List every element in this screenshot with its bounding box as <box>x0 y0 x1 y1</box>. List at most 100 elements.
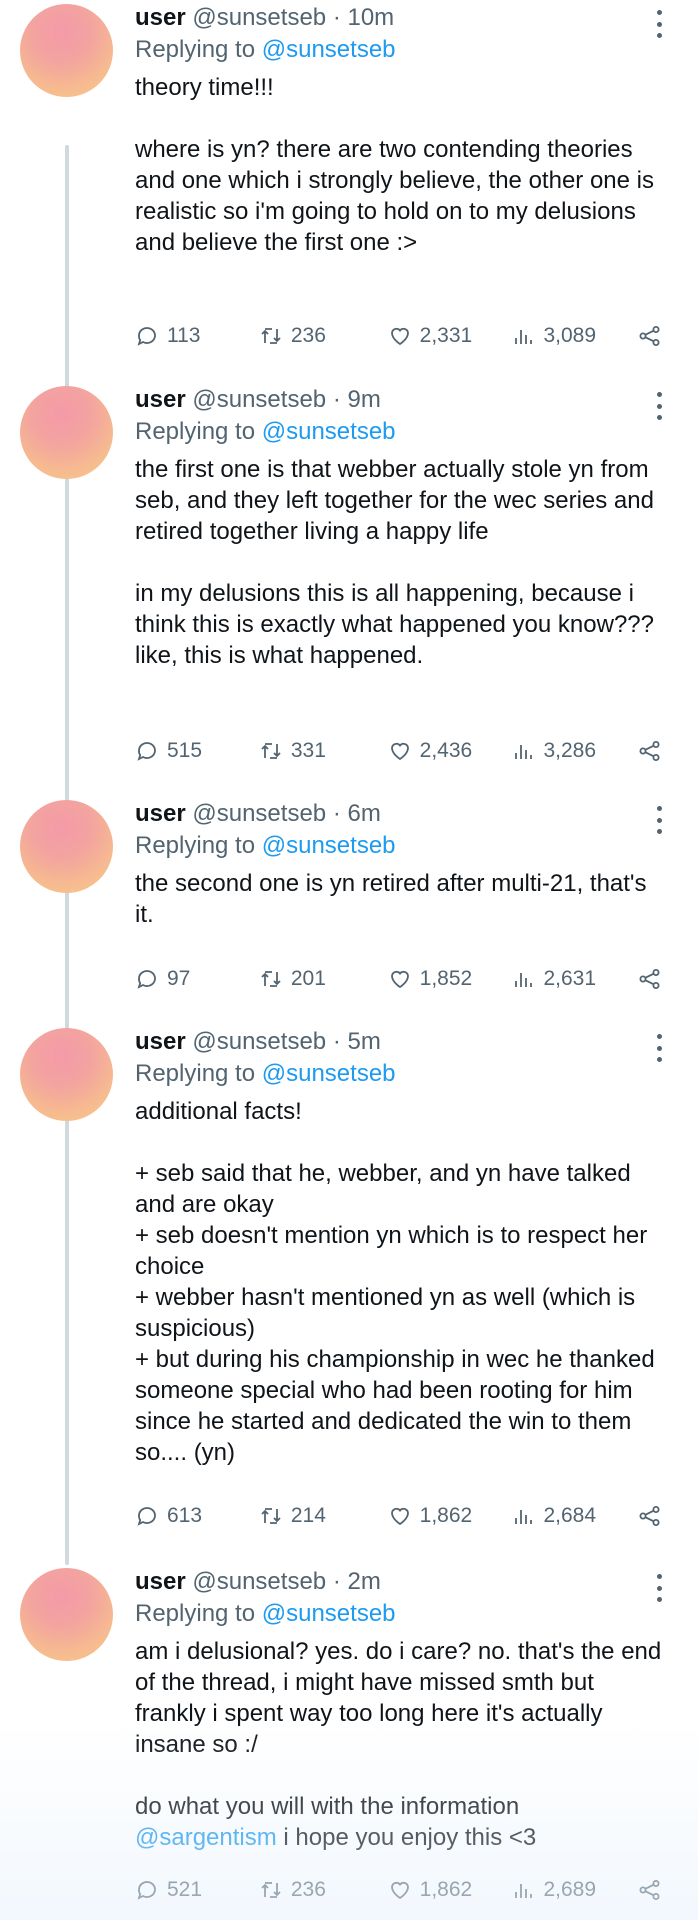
view-count: 2,684 <box>543 1504 597 1527</box>
like-button[interactable]: 1,862 <box>388 1504 512 1528</box>
tweet-paragraph: am i delusional? yes. do i care? no. tha… <box>135 1638 662 1758</box>
handle[interactable]: @sunsetseb <box>192 1028 326 1055</box>
replying-to: Replying to @sunsetseb <box>135 34 668 66</box>
timestamp[interactable]: 10m <box>347 4 394 31</box>
replying-to-mention[interactable]: @sunsetseb <box>262 1600 396 1627</box>
reply-count: 113 <box>167 324 201 347</box>
like-count: 2,436 <box>419 739 473 762</box>
separator: · <box>326 1028 348 1055</box>
views-icon <box>515 330 533 344</box>
avatar[interactable] <box>20 386 113 479</box>
replying-to-mention[interactable]: @sunsetseb <box>262 418 396 445</box>
more-options-icon[interactable] <box>656 1034 662 1062</box>
avatar[interactable] <box>20 1568 113 1661</box>
reply-count: 521 <box>167 1878 203 1901</box>
view-count: 2,689 <box>543 1878 597 1901</box>
tweet-thread: user @sunsetseb · 10m Replying to @sunse… <box>0 0 698 1920</box>
retweet-button[interactable]: 201 <box>259 967 388 991</box>
replying-to-mention[interactable]: @sunsetseb <box>262 832 396 859</box>
display-name[interactable]: user <box>135 800 186 827</box>
tweet-paragraph: theory time!!! <box>135 74 274 101</box>
display-name[interactable]: user <box>135 4 186 31</box>
avatar[interactable] <box>20 4 113 97</box>
retweet-button[interactable]: 214 <box>259 1504 388 1528</box>
tweet-paragraph: + seb said that he, webber, and yn have … <box>135 1160 655 1466</box>
retweet-button[interactable]: 331 <box>259 739 388 763</box>
replying-to: Replying to @sunsetseb <box>135 1598 668 1630</box>
share-icon <box>639 1506 660 1526</box>
handle[interactable]: @sunsetseb <box>192 800 326 827</box>
mention-link[interactable]: @sargentism <box>135 1824 277 1851</box>
avatar[interactable] <box>20 1028 113 1121</box>
retweet-icon <box>261 1882 281 1898</box>
tweet-text: am i delusional? yes. do i care? no. tha… <box>135 1636 668 1853</box>
reply-button[interactable]: 97 <box>135 967 259 991</box>
share-button[interactable] <box>638 739 668 763</box>
display-name[interactable]: user <box>135 1028 186 1055</box>
tweet-paragraph: in my delusions this is all happening, b… <box>135 580 654 669</box>
views-icon <box>515 1884 533 1898</box>
retweet-button[interactable]: 236 <box>259 1878 388 1902</box>
more-options-icon[interactable] <box>656 10 662 38</box>
share-icon <box>639 326 660 346</box>
replying-to: Replying to @sunsetseb <box>135 416 668 448</box>
reply-icon <box>137 970 156 989</box>
tweet-text: additional facts! + seb said that he, we… <box>135 1096 668 1468</box>
retweet-count: 236 <box>290 324 326 347</box>
reply-icon <box>137 327 156 346</box>
views-button[interactable]: 2,631 <box>511 967 638 991</box>
like-button[interactable]: 2,331 <box>388 324 512 348</box>
replying-to: Replying to @sunsetseb <box>135 830 668 862</box>
views-button[interactable]: 3,286 <box>511 739 638 763</box>
timestamp[interactable]: 5m <box>347 1028 380 1055</box>
heart-icon <box>390 1881 409 1900</box>
display-name[interactable]: user <box>135 1568 186 1595</box>
tweet-actions: 613 214 1,862 2,684 <box>135 1500 668 1532</box>
views-button[interactable]: 2,689 <box>511 1878 638 1902</box>
reply-icon <box>137 1507 156 1526</box>
reply-count: 97 <box>167 967 191 990</box>
replying-to-mention[interactable]: @sunsetseb <box>262 1060 396 1087</box>
more-options-icon[interactable] <box>656 1574 662 1602</box>
views-button[interactable]: 3,089 <box>511 324 638 348</box>
reply-button[interactable]: 521 <box>135 1878 259 1902</box>
share-button[interactable] <box>638 1504 668 1528</box>
like-count: 2,331 <box>419 324 473 347</box>
share-icon <box>639 741 660 761</box>
reply-button[interactable]: 515 <box>135 739 259 763</box>
retweet-icon <box>261 971 281 987</box>
tweet-actions: 521 236 1,862 2,689 <box>135 1874 668 1906</box>
share-button[interactable] <box>638 324 668 348</box>
tweet-paragraph: do what you will with the information @s… <box>135 1791 668 1853</box>
timestamp[interactable]: 6m <box>347 800 380 827</box>
timestamp[interactable]: 9m <box>347 386 380 413</box>
display-name[interactable]: user <box>135 386 186 413</box>
avatar[interactable] <box>20 800 113 893</box>
replying-to-mention[interactable]: @sunsetseb <box>262 36 396 63</box>
like-button[interactable]: 1,862 <box>388 1878 512 1902</box>
reply-icon <box>137 1881 156 1900</box>
tweet-header: user @sunsetseb · 9m <box>135 384 668 416</box>
retweet-button[interactable]: 236 <box>259 324 388 348</box>
like-button[interactable]: 1,852 <box>388 967 512 991</box>
timestamp[interactable]: 2m <box>347 1568 380 1595</box>
reply-button[interactable]: 113 <box>135 324 259 348</box>
views-icon <box>515 973 533 987</box>
more-options-icon[interactable] <box>656 392 662 420</box>
handle[interactable]: @sunsetseb <box>192 386 326 413</box>
heart-icon <box>390 327 409 346</box>
share-button[interactable] <box>638 1878 668 1902</box>
tweet-text: theory time!!! where is yn? there are tw… <box>135 72 668 258</box>
separator: · <box>326 800 348 827</box>
share-button[interactable] <box>638 967 668 991</box>
views-button[interactable]: 2,684 <box>511 1504 638 1528</box>
replying-prefix: Replying to <box>135 1060 256 1087</box>
like-button[interactable]: 2,436 <box>388 739 512 763</box>
handle[interactable]: @sunsetseb <box>192 1568 326 1595</box>
like-count: 1,862 <box>419 1878 473 1901</box>
views-icon <box>515 745 533 759</box>
reply-button[interactable]: 613 <box>135 1504 259 1528</box>
handle[interactable]: @sunsetseb <box>192 4 326 31</box>
more-options-icon[interactable] <box>656 806 662 834</box>
tweet-text: the first one is that webber actually st… <box>135 454 668 671</box>
